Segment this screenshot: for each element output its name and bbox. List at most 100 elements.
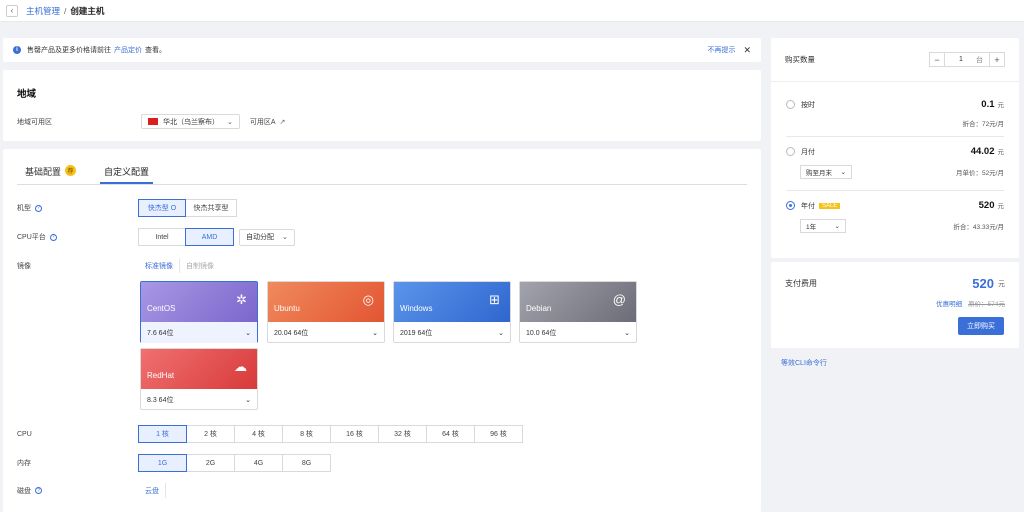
help-icon[interactable]: ? <box>35 204 42 212</box>
model-option[interactable]: 快杰共享型 <box>185 199 237 217</box>
breadcrumb-parent[interactable]: 主机管理 <box>26 5 60 17</box>
cpu-option[interactable]: 4 核 <box>234 425 283 443</box>
os-card-windows[interactable]: Windows ⊞ 2019 64位 ⌄ <box>393 281 511 343</box>
tab-custom[interactable]: 自定义配置 <box>100 165 154 184</box>
dismiss-link[interactable]: 不再提示 <box>707 45 735 55</box>
plan-monthly[interactable]: 月付 44.02 元 购至月末 ⌄ 月单价：52元/月 <box>786 146 1004 191</box>
recommend-badge: 荐 <box>65 165 77 176</box>
cpu-alloc-select[interactable]: 自动分配 ⌄ <box>239 228 295 246</box>
help-icon[interactable]: ? <box>49 233 57 241</box>
yearly-duration-value: 1年 <box>806 224 817 231</box>
memory-option[interactable]: 4G <box>234 454 283 472</box>
region-select[interactable]: 华北（乌兰察布） ⌄ <box>141 114 240 129</box>
plan-yearly[interactable]: 年付 SALE 520 元 1年 ⌄ 折合：43.33元/月 <box>786 200 1004 245</box>
discount-detail-link[interactable]: 优惠明细 <box>936 298 962 308</box>
pricing-link[interactable]: 产品定价 <box>114 45 142 55</box>
cli-command-link[interactable]: 等效CLI命令行 <box>781 358 827 368</box>
back-button[interactable]: ‹ <box>6 4 18 17</box>
debian-logo-icon: @ <box>612 292 626 307</box>
plan-price: 0.1 <box>981 99 995 110</box>
quantity-stepper[interactable]: − 1 台 + <box>929 52 1005 67</box>
memory-option[interactable]: 2G <box>186 454 235 472</box>
chevron-down-icon[interactable]: ⌄ <box>624 329 630 337</box>
os-banner: RedHat ☁ <box>141 349 257 389</box>
config-card: 基础配置 荐 自定义配置 机型? 快杰型 O 快杰共享型 CPU平台? Inte… <box>3 149 761 512</box>
disk-tab-cloud[interactable]: 云盘 <box>139 483 166 498</box>
cpu-option[interactable]: 2 核 <box>186 425 235 443</box>
chevron-down-icon: ⌄ <box>282 234 288 241</box>
qty-value[interactable]: 1 <box>959 56 963 63</box>
image-tab-standard[interactable]: 标准镜像 <box>139 258 179 273</box>
monthly-duration-select[interactable]: 购至月末 ⌄ <box>800 165 852 179</box>
cpu-option[interactable]: 16 核 <box>330 425 379 443</box>
plan-price: 44.02 <box>970 146 995 157</box>
minus-icon[interactable]: − <box>930 53 944 66</box>
plan-name: 按时 <box>801 101 815 109</box>
disk-label: 磁盘 <box>17 487 31 495</box>
os-banner: Ubuntu ◎ <box>268 282 384 322</box>
breadcrumb-separator: / <box>64 5 67 16</box>
disk-row: 磁盘? 云盘 <box>17 483 166 498</box>
ubuntu-logo-icon: ◎ <box>362 292 374 307</box>
chevron-down-icon[interactable]: ⌄ <box>245 329 251 337</box>
chevron-down-icon[interactable]: ⌄ <box>372 329 378 337</box>
chevron-down-icon: ⌄ <box>840 169 846 176</box>
os-version: 7.6 64位 <box>147 329 174 337</box>
os-card-centos[interactable]: CentOS ✲ 7.6 64位 ⌄ <box>140 281 258 343</box>
os-card-debian[interactable]: Debian @ 10.0 64位 ⌄ <box>519 281 637 343</box>
chevron-down-icon[interactable]: ⌄ <box>245 396 251 404</box>
os-name: Windows <box>400 304 433 313</box>
config-tabs: 基础配置 荐 自定义配置 <box>17 165 747 185</box>
model-option[interactable]: 快杰型 O <box>138 199 186 217</box>
tab-basic[interactable]: 基础配置 荐 <box>17 165 80 184</box>
cpu-option[interactable]: 1 核 <box>138 425 187 443</box>
sale-badge: SALE <box>819 202 841 209</box>
memory-option[interactable]: 1G <box>138 454 187 472</box>
notice-bar: i 售罄产品及更多价格请前往 产品定价 查看。 不再提示 ✕ <box>3 38 761 62</box>
redhat-logo-icon: ☁ <box>234 359 247 374</box>
yearly-duration-select[interactable]: 1年 ⌄ <box>800 219 846 233</box>
centos-logo-icon: ✲ <box>236 292 247 307</box>
chevron-down-icon[interactable]: ⌄ <box>498 329 504 337</box>
payment-label: 支付费用 <box>785 279 817 288</box>
buy-now-button[interactable]: 立即购买 <box>958 317 1004 335</box>
cpu-option[interactable]: 96 核 <box>474 425 523 443</box>
os-card-redhat[interactable]: RedHat ☁ 8.3 64位 ⌄ <box>140 348 258 410</box>
plus-icon[interactable]: + <box>990 53 1004 66</box>
external-link-icon[interactable]: ↗ <box>280 118 286 126</box>
os-card-ubuntu[interactable]: Ubuntu ◎ 20.04 64位 ⌄ <box>267 281 385 343</box>
plan-hourly[interactable]: 按时 0.1 元 折合：72元/月 <box>786 99 1004 137</box>
zone-label: 可用区A <box>249 118 276 126</box>
image-tab-custom[interactable]: 自制镜像 <box>179 258 220 273</box>
close-icon[interactable]: ✕ <box>743 45 751 56</box>
chevron-left-icon: ‹ <box>10 6 14 15</box>
region-label: 地域可用区 <box>17 118 52 126</box>
cpu-option[interactable]: 64 核 <box>426 425 475 443</box>
region-select-value: 华北（乌兰察布） <box>163 118 219 126</box>
memory-option[interactable]: 8G <box>282 454 331 472</box>
memory-label: 内存 <box>17 460 31 467</box>
model-label: 机型 <box>17 205 31 212</box>
yuan-unit: 元 <box>997 203 1005 210</box>
tab-custom-label: 自定义配置 <box>104 167 150 177</box>
windows-logo-icon: ⊞ <box>489 292 500 307</box>
radio-monthly[interactable] <box>786 147 795 156</box>
page-title: 创建主机 <box>70 5 105 16</box>
plan-name: 年付 <box>801 202 815 210</box>
plan-note: 折合：43.33元/月 <box>953 224 1004 231</box>
cpu-option[interactable]: 32 核 <box>378 425 427 443</box>
help-icon[interactable]: ? <box>35 487 42 494</box>
radio-hourly[interactable] <box>786 100 795 109</box>
cpu-platform-label: CPU平台 <box>17 234 46 241</box>
cpu-platform-option[interactable]: AMD <box>185 228 234 246</box>
os-version: 20.04 64位 <box>274 329 309 337</box>
payment-price: 520 <box>972 276 994 291</box>
cpu-option[interactable]: 8 核 <box>282 425 331 443</box>
radio-yearly[interactable] <box>786 201 795 210</box>
yuan-unit: 元 <box>997 102 1005 109</box>
os-banner: Windows ⊞ <box>394 282 510 322</box>
os-name: RedHat <box>147 371 175 380</box>
os-name: CentOS <box>147 304 176 313</box>
cpu-platform-option[interactable]: Intel <box>138 228 186 246</box>
chevron-down-icon: ⌄ <box>227 118 233 126</box>
